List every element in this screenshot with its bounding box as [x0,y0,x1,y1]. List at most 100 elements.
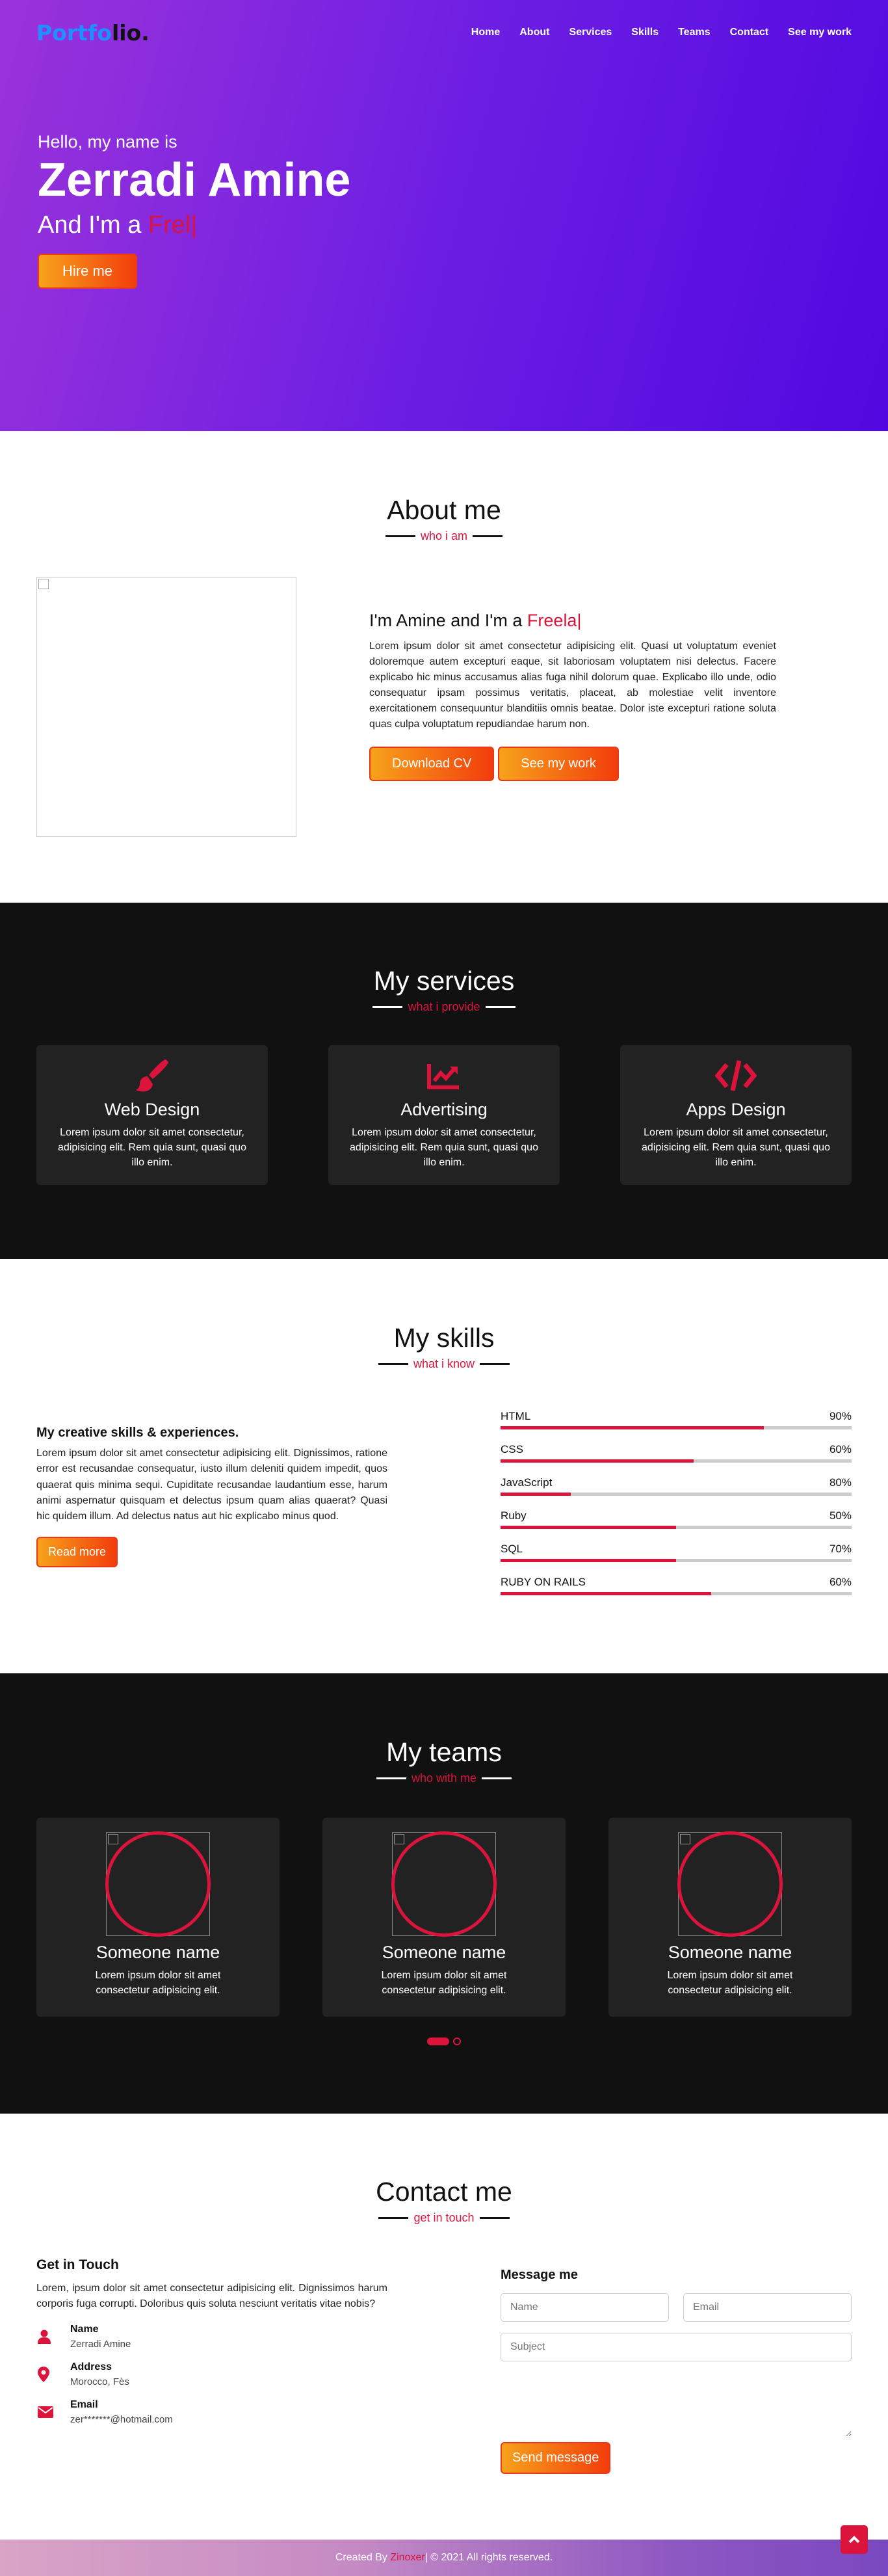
skill-track [501,1526,852,1529]
name-input[interactable] [501,2293,669,2322]
skill-percent: 50% [829,1509,852,1522]
skill-bar: CSS 60% [501,1443,852,1463]
envelope-icon [36,2406,70,2418]
logo-part-2: lio [111,20,142,46]
hire-me-button[interactable]: Hire me [38,254,138,289]
paint-brush-icon [51,1058,254,1093]
contact-section: Contact me get in touch Get in Touch Lor… [0,2114,888,2540]
skills-subtitle: what i know [36,1357,852,1371]
contact-value: zer*******@hotmail.com [70,2414,173,2425]
skill-name: Ruby [501,1509,527,1522]
chart-line-icon [343,1058,545,1093]
chevron-up-icon [848,2536,860,2543]
team-avatar [105,1831,211,1937]
skill-bars: HTML 90% CSS 60% JavaScript 80% Ruby 50% SQL… [501,1410,852,1609]
skills-subtitle-text: what i know [413,1357,475,1370]
typing-caret: | [577,611,582,630]
service-title: Web Design [104,1100,200,1119]
skill-percent: 80% [829,1476,852,1489]
home-greeting: Hello, my name is [38,132,177,152]
carousel-dot[interactable] [453,2038,461,2045]
skill-track [501,1592,852,1595]
skills-section: My skills what i know My creative skills… [0,1259,888,1673]
team-member-name: Someone name [382,1943,506,1962]
footer-suffix: | © 2021 All rights reserved. [424,2552,553,2563]
contact-subtitle: get in touch [36,2211,852,2225]
scroll-up-button[interactable] [841,2525,868,2554]
home-role-prefix: And I'm a [38,211,148,239]
logo[interactable]: Portfolio. [36,20,150,46]
service-title: Advertising [400,1100,488,1119]
footer-author-link[interactable]: Zinoxer [390,2552,424,2564]
nav-item-see-my-work[interactable]: See my work [788,27,852,38]
email-input[interactable] [683,2293,852,2322]
services-subtitle-text: what i provide [408,1000,480,1013]
skill-bar: SQL 70% [501,1543,852,1562]
message-me-heading: Message me [501,2268,578,2282]
skill-track [501,1493,852,1496]
skill-percent: 70% [829,1543,852,1555]
nav-item-home[interactable]: Home [471,27,500,38]
skill-fill [501,1559,676,1562]
nav-item-about[interactable]: About [519,27,549,38]
team-card: Someone name Lorem ipsum dolor sit amet … [608,1818,852,2017]
skill-name: SQL [501,1543,523,1555]
download-cv-button[interactable]: Download CV [369,747,495,781]
contact-subtitle-text: get in touch [413,2211,475,2224]
logo-dot: . [141,20,150,46]
see-my-work-button[interactable]: See my work [498,747,619,781]
skill-percent: 60% [829,1576,852,1588]
home-role: And I'm a Frel| [38,211,852,239]
contact-title: Contact me [376,2177,512,2207]
service-card-web-design: Web Design Lorem ipsum dolor sit amet co… [36,1045,268,1185]
about-heading: I'm Amine and I'm a Freela| [369,611,776,631]
footer: Created By Zinoxer | © 2021 All rights r… [0,2540,888,2576]
skill-track [501,1559,852,1562]
read-more-button[interactable]: Read more [36,1536,118,1567]
skill-fill [501,1526,676,1529]
home-role-typed: Frel [148,211,191,239]
skill-bar: RUBY ON RAILS 60% [501,1576,852,1595]
skill-percent: 60% [829,1443,852,1455]
contact-value: Zerradi Amine [70,2339,131,2350]
skill-bar: Ruby 50% [501,1509,852,1529]
broken-image-icon [108,1834,118,1844]
contact-label: Address [70,2361,112,2372]
skill-fill [501,1493,571,1496]
skill-bar: HTML 90% [501,1410,852,1429]
subject-input[interactable] [501,2333,852,2361]
skill-track [501,1459,852,1463]
carousel-dot-active[interactable] [427,2038,449,2045]
skill-fill [501,1426,764,1429]
about-heading-typed: Freela [527,611,577,630]
about-section: About me who i am I'm Amine and I'm a Fr… [0,431,888,903]
teams-title: My teams [386,1737,502,1767]
map-marker-icon [36,2367,70,2382]
contact-row-address: Address Morocco, Fès [36,2361,387,2387]
footer-prefix: Created By [335,2552,387,2563]
about-heading-prefix: I'm Amine and I'm a [369,611,527,630]
team-card: Someone name Lorem ipsum dolor sit amet … [322,1818,566,2017]
skill-fill [501,1592,711,1595]
nav-item-teams[interactable]: Teams [678,27,711,38]
navbar: Portfolio. Home About Services Skills Te… [0,0,888,65]
nav-item-contact[interactable]: Contact [730,27,769,38]
contact-description: Lorem, ipsum dolor sit amet consectetur … [36,2283,387,2309]
nav-item-services[interactable]: Services [569,27,612,38]
team-avatar [391,1831,497,1937]
user-icon [36,2330,70,2344]
skill-bar: JavaScript 80% [501,1476,852,1496]
about-image [36,577,296,837]
send-message-button[interactable]: Send message [501,2442,611,2474]
broken-image-icon [680,1834,690,1844]
service-card-advertising: Advertising Lorem ipsum dolor sit amet c… [328,1045,560,1185]
broken-image-icon [394,1834,404,1844]
nav-item-skills[interactable]: Skills [631,27,659,38]
team-member-name: Someone name [668,1943,792,1962]
code-icon [634,1058,837,1093]
teams-subtitle: who with me [36,1772,852,1785]
about-subtitle: who i am [36,529,852,543]
message-textarea[interactable] [501,2372,852,2437]
skill-track [501,1426,852,1429]
contact-value: Morocco, Fès [70,2376,129,2387]
